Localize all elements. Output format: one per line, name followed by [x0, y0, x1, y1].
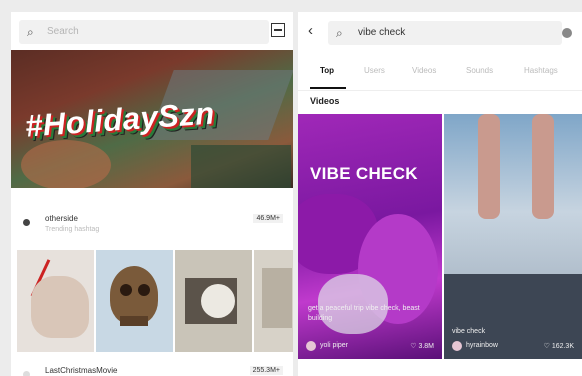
skull-jaw — [120, 316, 148, 326]
video-caption: get a peaceful trip vibe check, beast bu… — [308, 305, 420, 322]
banner-background — [191, 145, 291, 188]
video-thumbnail[interactable] — [254, 250, 293, 352]
video-thumbnail[interactable] — [96, 250, 173, 352]
skull-eye — [138, 284, 150, 296]
leg-image — [532, 114, 554, 219]
discover-panel: ⌕ Search #HolidaySzn otherside Trending … — [11, 12, 293, 376]
box-image — [262, 268, 292, 328]
active-tab-indicator — [310, 87, 346, 89]
back-icon[interactable]: ‹ — [308, 22, 313, 39]
disc-image — [201, 284, 235, 318]
search-query: vibe check — [358, 27, 406, 38]
video-thumbnail[interactable] — [17, 250, 94, 352]
search-placeholder: Search — [47, 26, 79, 37]
video-footer: hyrainbow ♡ 162.3K — [444, 341, 582, 353]
search-icon: ⌕ — [27, 25, 34, 39]
hashtag-row[interactable]: otherside Trending hashtag 46.9M+ — [11, 206, 293, 240]
hashtag-icon — [23, 371, 30, 376]
heart-icon: ♡ 3.8M — [410, 343, 434, 350]
video-username[interactable]: yoli piper — [320, 342, 348, 349]
hashtag-title: LastChristmasMovie — [45, 366, 118, 375]
tab-top[interactable]: Top — [320, 66, 334, 75]
video-caption: vibe check — [452, 328, 486, 335]
hand-image — [31, 276, 89, 338]
video-headline: VIBE CHECK — [310, 164, 418, 183]
video-username[interactable]: hyrainbow — [466, 342, 498, 349]
hashtag-subtitle: Trending hashtag — [45, 226, 100, 233]
avatar[interactable] — [452, 341, 462, 351]
video-card[interactable]: vibe check hyrainbow ♡ 162.3K — [444, 114, 582, 359]
tab-sounds[interactable]: Sounds — [466, 66, 493, 75]
search-results-panel: ‹ ⌕ vibe check Top Users Videos Sounds H… — [298, 12, 582, 376]
tab-users[interactable]: Users — [364, 66, 385, 75]
search-input[interactable]: ⌕ vibe check — [328, 21, 562, 45]
clear-icon[interactable] — [562, 28, 572, 38]
heart-icon: ♡ 162.3K — [543, 343, 574, 350]
banner-background — [21, 140, 111, 188]
tab-hashtags[interactable]: Hashtags — [524, 66, 558, 75]
video-likes: 3.8M — [418, 343, 434, 350]
tab-videos[interactable]: Videos — [412, 66, 436, 75]
hashtag-banner[interactable]: #HolidaySzn — [11, 50, 293, 188]
avatar[interactable] — [306, 341, 316, 351]
result-tabs: Top Users Videos Sounds Hashtags — [298, 56, 582, 91]
hashtag-count: 46.9M+ — [253, 214, 283, 223]
video-thumbnail[interactable] — [175, 250, 252, 352]
search-bar: ‹ ⌕ vibe check — [298, 12, 582, 52]
skull-eye — [120, 284, 132, 296]
thumbnail-strip — [17, 250, 293, 352]
scan-icon[interactable] — [271, 23, 285, 37]
video-likes: 162.3K — [551, 343, 574, 350]
section-title: Videos — [310, 96, 340, 106]
hashtag-row[interactable]: LastChristmasMovie 255.3M+ — [11, 358, 293, 376]
search-input[interactable]: ⌕ Search — [19, 20, 269, 44]
video-footer: yoli piper ♡ 3.8M — [298, 341, 442, 353]
leg-image — [478, 114, 500, 219]
video-card[interactable]: VIBE CHECK get a peaceful trip vibe chec… — [298, 114, 442, 359]
search-bar: ⌕ Search — [11, 12, 293, 52]
search-icon: ⌕ — [336, 26, 343, 40]
hashtag-icon — [23, 219, 30, 226]
hashtag-title: otherside — [45, 214, 78, 223]
hashtag-count: 255.3M+ — [249, 366, 283, 375]
